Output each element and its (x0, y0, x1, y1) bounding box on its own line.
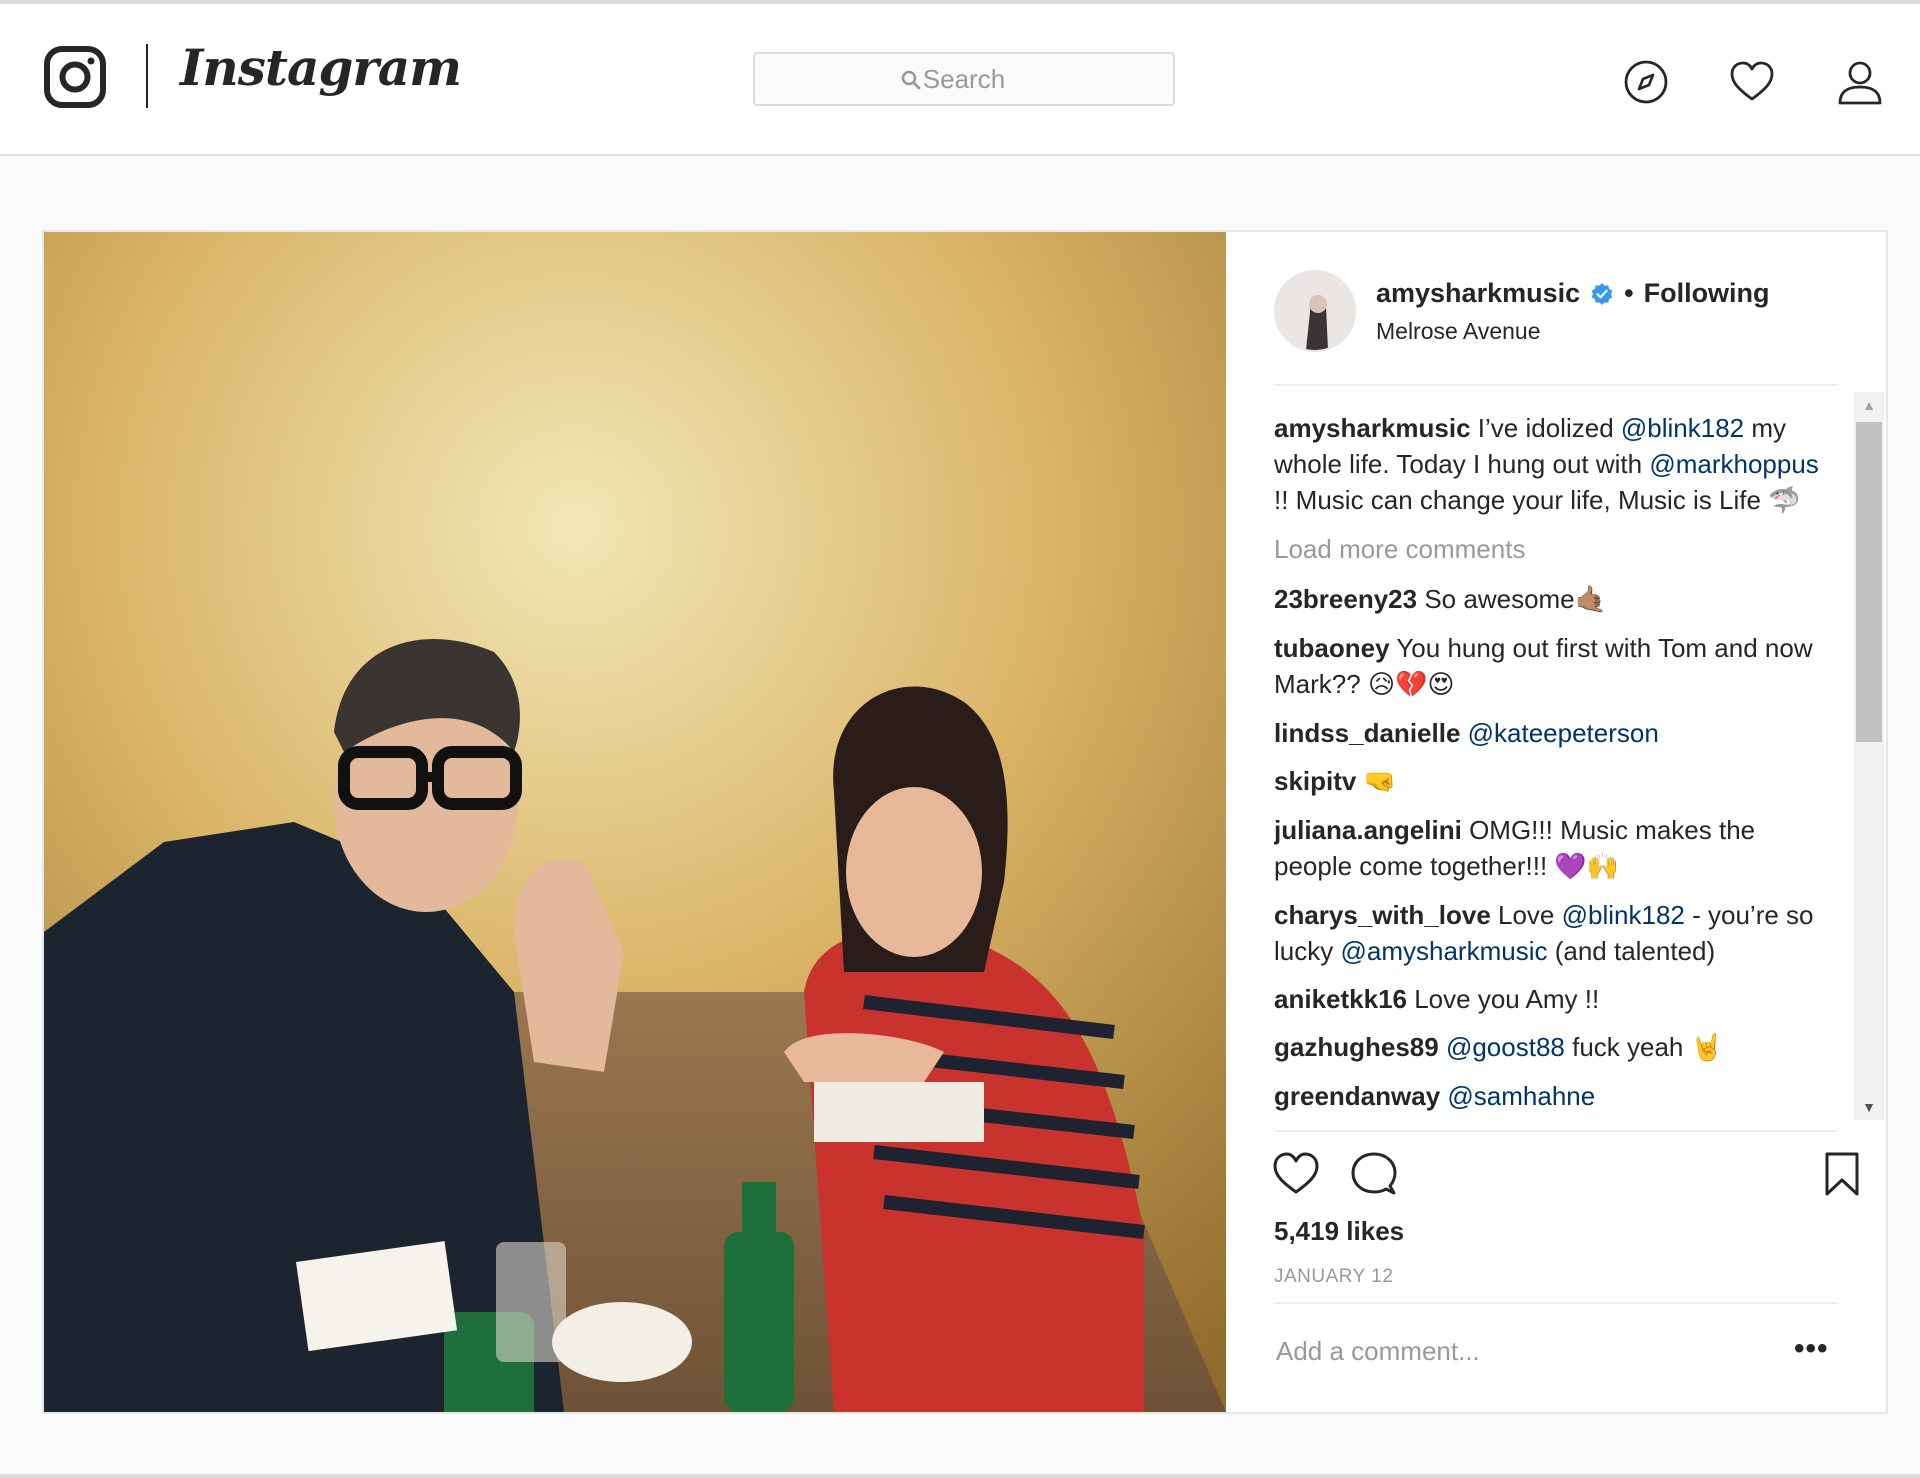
mention-link[interactable]: @markhoppus (1649, 449, 1818, 479)
comment: lindss_danielle @kateepeterson (1274, 715, 1834, 751)
post-author-row: amysharkmusic • Following (1376, 278, 1770, 309)
comment-text: So awesome (1424, 584, 1575, 614)
comment-text: (and talented) (1554, 936, 1716, 966)
instagram-wordmark[interactable]: Instagram (180, 38, 462, 97)
mention-link[interactable]: @samhahne (1447, 1081, 1595, 1111)
avatar-image (1276, 272, 1354, 350)
post-location[interactable]: Melrose Avenue (1376, 318, 1541, 345)
comment: charys_with_love Love @blink182 - you’re… (1274, 897, 1834, 969)
add-comment-box[interactable] (1274, 1322, 1778, 1380)
comment-text: fuck yeah (1572, 1032, 1684, 1062)
scroll-down-arrow-icon[interactable]: ▼ (1854, 1094, 1884, 1120)
comment-username[interactable]: juliana.angelini (1274, 815, 1462, 845)
comment-emoji: 🤜 (1363, 767, 1396, 797)
comment-username[interactable]: skipitv (1274, 766, 1356, 796)
comment-bubble-icon[interactable] (1350, 1150, 1398, 1198)
comment-username[interactable]: tubaoney (1274, 633, 1390, 663)
comment-username[interactable]: gazhughes89 (1274, 1032, 1439, 1062)
caption: amysharkmusic I’ve idolized @blink182 my… (1274, 410, 1834, 519)
caption-text: I’ve idolized (1477, 413, 1614, 443)
caption-text: !! Music can change your life, Music is … (1274, 485, 1761, 515)
following-button[interactable]: Following (1644, 278, 1770, 309)
comment-text: Love you Amy !! (1414, 984, 1600, 1014)
shark-emoji: 🦈 (1768, 486, 1801, 516)
comment: tubaoney You hung out first with Tom and… (1274, 630, 1834, 703)
mention-link[interactable]: @blink182 (1621, 413, 1744, 443)
comments-scrollbar[interactable]: ▲ ▼ (1854, 392, 1884, 1120)
scrollbar-thumb[interactable] (1856, 422, 1882, 742)
comment: skipitv 🤜 (1274, 763, 1834, 800)
mention-link[interactable]: @blink182 (1562, 900, 1685, 930)
post-author-username[interactable]: amysharkmusic (1376, 278, 1580, 309)
add-comment-input[interactable] (1274, 1322, 1778, 1380)
add-comment-divider (1274, 1302, 1838, 1304)
mention-link[interactable]: @goost88 (1446, 1032, 1565, 1062)
activity-heart-icon[interactable] (1728, 58, 1776, 106)
comment: 23breeny23 So awesome🤙🏽 (1274, 581, 1834, 618)
comment-username[interactable]: aniketkk16 (1274, 984, 1407, 1014)
explore-compass-icon[interactable] (1622, 58, 1670, 106)
more-options-button[interactable]: ••• (1794, 1332, 1829, 1366)
profile-person-icon[interactable] (1836, 58, 1884, 106)
comment-emoji: 😥💔😍 (1367, 670, 1455, 700)
caption-username[interactable]: amysharkmusic (1274, 413, 1471, 443)
post-date[interactable]: JANUARY 12 (1274, 1266, 1393, 1288)
avatar[interactable] (1274, 270, 1356, 352)
header-divider (1274, 384, 1838, 386)
actions-divider (1274, 1130, 1838, 1132)
window-bottom-border (0, 1474, 1920, 1478)
comment-username[interactable]: charys_with_love (1274, 900, 1491, 930)
comment: greendanway @samhahne (1274, 1078, 1834, 1114)
post-image (44, 232, 1226, 1412)
comment: gazhughes89 @goost88 fuck yeah 🤘 (1274, 1029, 1834, 1066)
comment-emoji: 🤙🏽 (1574, 585, 1608, 615)
like-heart-icon[interactable] (1272, 1150, 1320, 1198)
comments-list[interactable]: amysharkmusic I’ve idolized @blink182 my… (1274, 410, 1834, 1130)
top-navbar: Instagram (0, 4, 1920, 156)
instagram-logo-icon[interactable] (44, 46, 106, 108)
scroll-up-arrow-icon[interactable]: ▲ (1854, 392, 1884, 418)
search-input[interactable] (755, 54, 1173, 104)
likes-count[interactable]: 5,419 likes (1274, 1216, 1404, 1247)
verified-badge-icon (1591, 282, 1613, 305)
comment-username[interactable]: 23breeny23 (1274, 584, 1417, 614)
post-sidebar: amysharkmusic • Following Melrose Avenue… (1226, 232, 1886, 1412)
comment: juliana.angelini OMG!!! Music makes the … (1274, 812, 1834, 885)
save-bookmark-icon[interactable] (1818, 1150, 1866, 1198)
mention-link[interactable]: @amysharkmusic (1340, 936, 1547, 966)
comment-username[interactable]: lindss_danielle (1274, 718, 1460, 748)
comment-emoji: 🤘 (1690, 1033, 1724, 1063)
post-photo[interactable] (44, 232, 1226, 1412)
post-header: amysharkmusic • Following Melrose Avenue (1226, 232, 1886, 386)
header-separator: • (1624, 278, 1634, 308)
comment-emoji: 💜🙌 (1554, 852, 1620, 882)
logo-divider (146, 44, 148, 108)
mention-link[interactable]: @kateepeterson (1468, 718, 1659, 748)
comment: aniketkk16 Love you Amy !! (1274, 981, 1834, 1017)
post-card: amysharkmusic • Following Melrose Avenue… (42, 230, 1888, 1414)
search-box[interactable] (753, 52, 1175, 106)
load-more-comments-link[interactable]: Load more comments (1274, 531, 1834, 567)
comment-text: Love (1498, 900, 1555, 930)
comment-username[interactable]: greendanway (1274, 1081, 1440, 1111)
